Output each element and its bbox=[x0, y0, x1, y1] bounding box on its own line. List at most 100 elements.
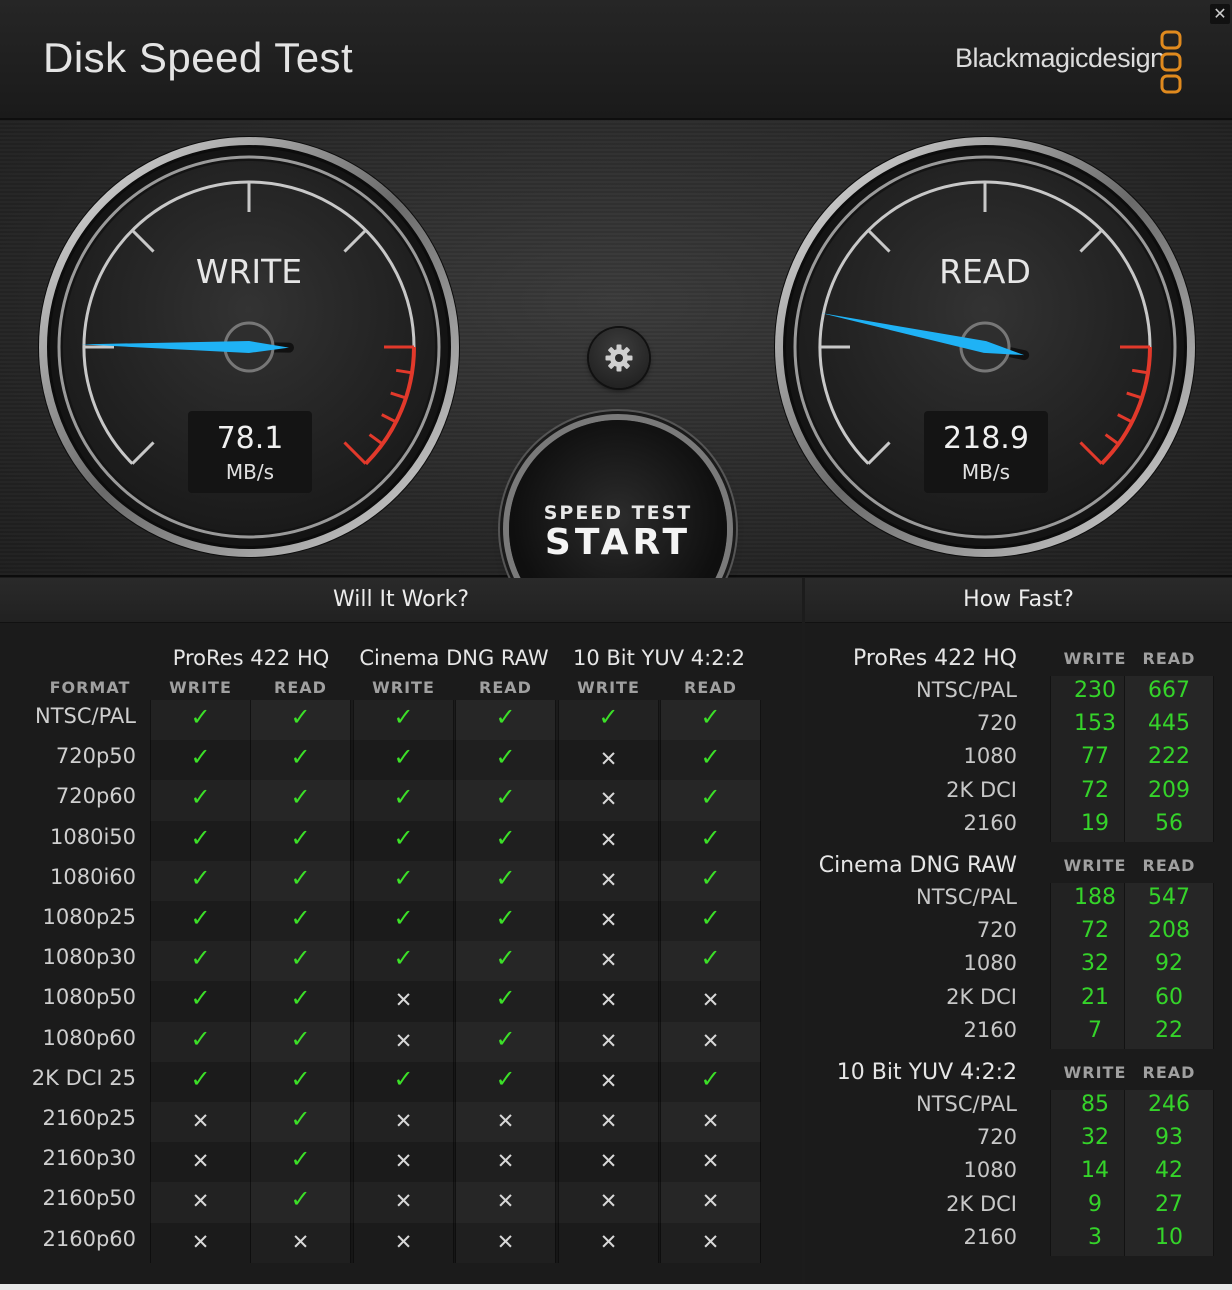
column-subheader: READ bbox=[274, 678, 327, 697]
gauge-area: WRITE 78.1 MB/s SPEED TEST START READ 21… bbox=[0, 120, 1232, 638]
resolution-label: NTSC/PAL bbox=[916, 1092, 1017, 1116]
cross-icon: ✕ bbox=[599, 1229, 618, 1254]
format-label: 1080p60 bbox=[42, 1025, 137, 1050]
check-icon: ✓ bbox=[290, 1185, 311, 1214]
cross-icon: ✕ bbox=[394, 1149, 413, 1174]
will-it-work-panel: Will It Work? ProRes 422 HQ Cinema DNG RA… bbox=[0, 578, 802, 1284]
read-gauge: READ 218.9 MB/s bbox=[772, 134, 1198, 560]
how-fast-read-header: READ bbox=[1142, 649, 1196, 668]
cross-icon: ✕ bbox=[701, 988, 720, 1013]
cross-icon: ✕ bbox=[496, 1189, 515, 1214]
resolution-label: NTSC/PAL bbox=[916, 678, 1017, 702]
check-icon: ✓ bbox=[393, 783, 414, 812]
cross-icon: ✕ bbox=[599, 908, 618, 932]
read-fps-value: 42 bbox=[1155, 1158, 1183, 1184]
resolution-label: 2160 bbox=[963, 810, 1017, 835]
column-subheader: READ bbox=[479, 678, 532, 697]
resolution-label: NTSC/PAL bbox=[916, 885, 1017, 909]
format-label: 2160p50 bbox=[42, 1186, 137, 1211]
cross-icon: ✕ bbox=[599, 988, 618, 1013]
write-speed-unit: MB/s bbox=[225, 460, 275, 484]
resolution-label: 720 bbox=[976, 1125, 1017, 1150]
cross-icon: ✕ bbox=[701, 1229, 720, 1254]
check-icon: ✓ bbox=[290, 984, 311, 1013]
check-icon: ✓ bbox=[393, 703, 414, 731]
check-icon: ✓ bbox=[495, 904, 516, 932]
how-fast-read-header: READ bbox=[1142, 1063, 1196, 1082]
codec-header: ProRes 422 HQ bbox=[172, 646, 330, 670]
check-icon: ✓ bbox=[700, 783, 721, 812]
read-fps-value: 22 bbox=[1155, 1017, 1183, 1043]
check-icon: ✓ bbox=[495, 863, 516, 892]
check-icon: ✓ bbox=[190, 1064, 211, 1093]
cross-icon: ✕ bbox=[599, 948, 618, 973]
check-icon: ✓ bbox=[290, 1145, 311, 1174]
check-icon: ✓ bbox=[290, 863, 311, 892]
resolution-label: 2K DCI bbox=[946, 777, 1017, 802]
cross-icon: ✕ bbox=[394, 1109, 413, 1133]
cross-icon: ✕ bbox=[701, 1149, 720, 1174]
cross-icon: ✕ bbox=[191, 1229, 210, 1254]
cross-icon: ✕ bbox=[191, 1149, 210, 1174]
read-fps-value: 60 bbox=[1155, 984, 1183, 1010]
cross-icon: ✕ bbox=[599, 1109, 618, 1133]
read-speed-value: 218.9 bbox=[943, 421, 1029, 456]
cross-icon: ✕ bbox=[496, 1109, 515, 1133]
brand-name: Blackmagicdesign bbox=[955, 43, 1165, 73]
read-fps-value: 246 bbox=[1148, 1092, 1190, 1117]
column-subheader: WRITE bbox=[577, 678, 640, 697]
start-button-label: START bbox=[544, 522, 692, 563]
check-icon: ✓ bbox=[393, 1064, 414, 1093]
check-icon: ✓ bbox=[190, 944, 211, 973]
check-icon: ✓ bbox=[290, 743, 311, 772]
format-label: 1080i50 bbox=[50, 824, 136, 849]
format-label: 1080p50 bbox=[42, 985, 137, 1010]
check-icon: ✓ bbox=[190, 1024, 211, 1053]
cross-icon: ✕ bbox=[496, 1229, 515, 1254]
codec-header: 10 Bit YUV 4:2:2 bbox=[572, 646, 746, 670]
cross-icon: ✕ bbox=[191, 1189, 210, 1214]
write-speed-value: 78.1 bbox=[216, 421, 284, 456]
resolution-label: 2160 bbox=[963, 1017, 1017, 1042]
check-icon: ✓ bbox=[290, 783, 311, 812]
check-icon: ✓ bbox=[495, 1024, 516, 1053]
settings-button[interactable] bbox=[589, 328, 649, 388]
close-button[interactable]: ✕ bbox=[1210, 4, 1230, 24]
check-icon: ✓ bbox=[290, 703, 311, 731]
read-fps-value: 667 bbox=[1148, 678, 1190, 703]
title-bar: Disk Speed Test Blackmagicdesign ✕ bbox=[0, 0, 1232, 120]
format-label: 720p60 bbox=[55, 784, 136, 809]
cross-icon: ✕ bbox=[394, 1229, 413, 1254]
format-label: 2160p60 bbox=[42, 1226, 137, 1251]
check-icon: ✓ bbox=[290, 904, 311, 932]
resolution-label: 1080 bbox=[963, 744, 1017, 769]
resolution-label: 720 bbox=[976, 711, 1017, 736]
format-label: 2160p25 bbox=[42, 1106, 137, 1130]
cross-icon: ✕ bbox=[496, 1149, 515, 1174]
check-icon: ✓ bbox=[495, 823, 516, 852]
check-icon: ✓ bbox=[495, 984, 516, 1013]
write-gauge-label: WRITE bbox=[195, 252, 303, 291]
check-icon: ✓ bbox=[290, 1024, 311, 1053]
cross-icon: ✕ bbox=[291, 1229, 310, 1254]
read-fps-value: 222 bbox=[1148, 744, 1190, 770]
how-fast-title: How Fast? bbox=[805, 578, 1232, 623]
read-gauge-label: READ bbox=[939, 252, 1031, 291]
cross-icon: ✕ bbox=[599, 867, 618, 892]
check-icon: ✓ bbox=[700, 823, 721, 852]
resolution-label: 2K DCI bbox=[946, 984, 1017, 1009]
check-icon: ✓ bbox=[393, 904, 414, 932]
check-icon: ✓ bbox=[393, 823, 414, 852]
check-icon: ✓ bbox=[495, 703, 516, 731]
check-icon: ✓ bbox=[190, 703, 211, 731]
app-title: Disk Speed Test bbox=[43, 34, 354, 81]
cross-icon: ✕ bbox=[599, 747, 618, 772]
cross-icon: ✕ bbox=[599, 1189, 618, 1214]
read-readout: 218.9 MB/s bbox=[924, 411, 1048, 493]
read-fps-value: 209 bbox=[1148, 777, 1190, 803]
resolution-label: 1080 bbox=[963, 951, 1017, 976]
cross-icon: ✕ bbox=[701, 1028, 720, 1053]
cross-icon: ✕ bbox=[599, 1149, 618, 1174]
read-fps-value: 93 bbox=[1155, 1125, 1183, 1151]
gear-icon bbox=[605, 344, 633, 372]
